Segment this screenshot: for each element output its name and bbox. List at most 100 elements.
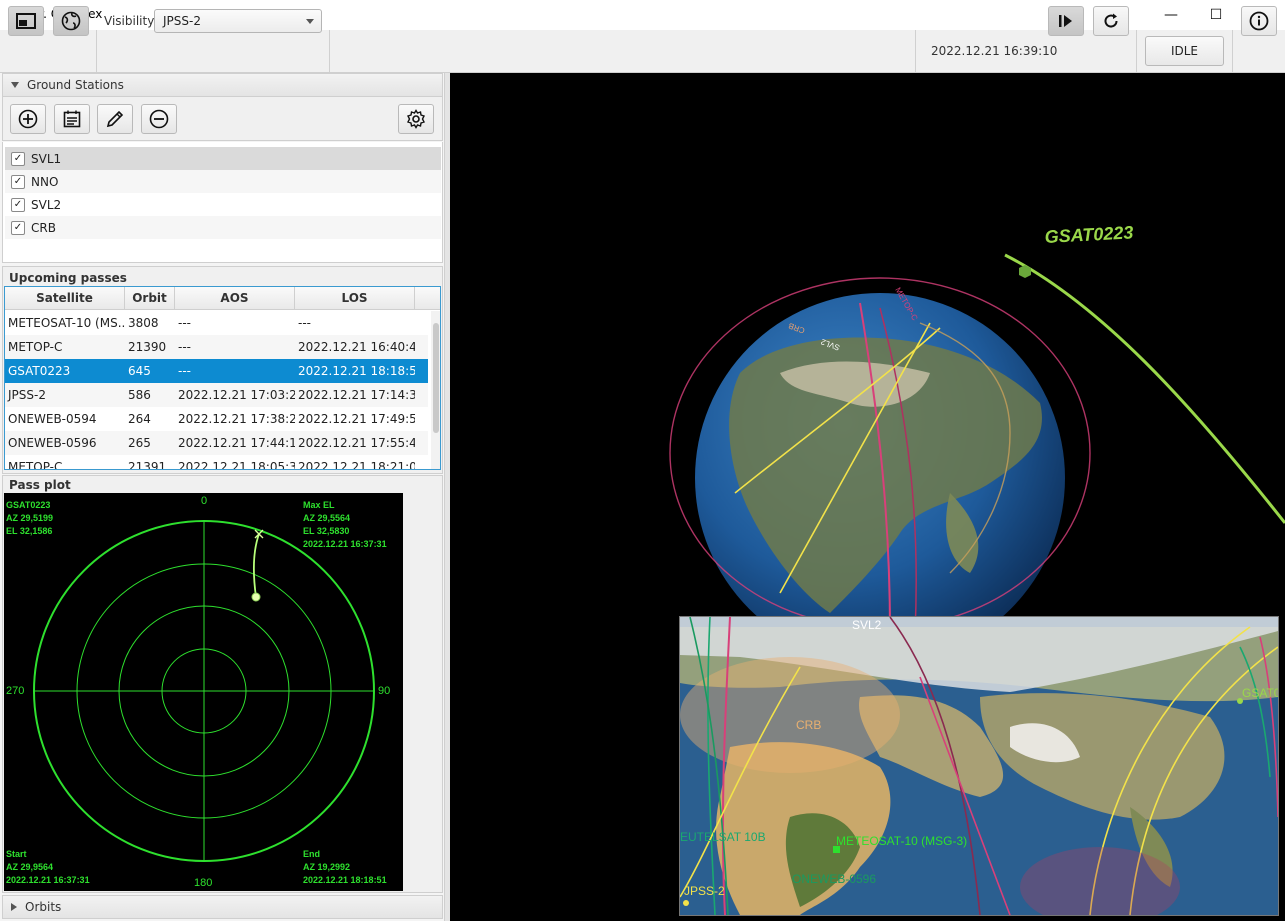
station-checkbox[interactable]: ✓ (11, 151, 25, 166)
map-label-svl2: SVL2 (852, 618, 882, 632)
compass-east-label: 90 (378, 685, 391, 697)
table-cell: 2022.12.21 17:49:50 (298, 412, 415, 426)
max-el-az: AZ 29,5564 (303, 513, 351, 523)
remove-station-button[interactable] (141, 104, 177, 134)
status-button[interactable]: IDLE (1145, 36, 1224, 66)
end-az: AZ 19,2992 (303, 862, 351, 872)
table-cell: GSAT0223 (8, 364, 71, 378)
play-button[interactable] (1048, 6, 1084, 36)
column-header-orbit[interactable]: Orbit (125, 287, 175, 310)
compass-south-label: 180 (194, 877, 213, 889)
station-checkbox[interactable]: ✓ (11, 197, 25, 212)
table-cell: 265 (128, 436, 151, 450)
play-step-icon (1059, 15, 1072, 27)
pass-plot-title: Pass plot (9, 478, 71, 492)
column-header-satellite[interactable]: Satellite (5, 287, 125, 310)
table-cell: 2022.12.21 18:05:36 (178, 460, 295, 470)
ground-stations-header[interactable]: Ground Stations (2, 73, 443, 97)
station-schedule-button[interactable] (54, 104, 90, 134)
gsat-label: GSAT0223 (1044, 222, 1134, 247)
station-item-svl1[interactable]: ✓ SVL1 (5, 147, 441, 170)
collapse-triangle-icon (11, 82, 19, 88)
station-item-crb[interactable]: ✓ CRB (5, 216, 441, 239)
station-name: SVL2 (31, 197, 62, 212)
current-el: EL 32,1586 (6, 526, 53, 536)
globe-icon (61, 11, 81, 31)
minus-circle-icon (149, 109, 169, 129)
minimize-button[interactable]: — (1148, 0, 1194, 30)
table-cell: 2022.12.21 16:40:47 (298, 340, 415, 354)
table-cell: 2022.12.21 18:18:50 (298, 364, 415, 378)
visibility-select[interactable]: JPSS-2 (154, 9, 322, 33)
world-map-canvas: SVL2 CRB GSAT02 EUTELSAT 10B METEOSAT-10… (680, 617, 1278, 915)
table-row[interactable]: ONEWEB-0594 264 2022.12.21 17:38:20 2022.12… (5, 407, 428, 431)
add-station-button[interactable] (10, 104, 46, 134)
table-cell: 264 (128, 412, 151, 426)
world-map[interactable]: SVL2 CRB GSAT02 EUTELSAT 10B METEOSAT-10… (679, 616, 1279, 916)
gear-icon (407, 109, 425, 129)
station-name: SVL1 (31, 151, 62, 166)
calendar-icon (63, 110, 81, 128)
start-readout: Start AZ 29,9564 2022.12.21 16:37:31 (6, 848, 90, 887)
orbits-header[interactable]: Orbits (2, 895, 443, 919)
table-cell: 586 (128, 388, 151, 402)
window-layout-icon (16, 13, 36, 29)
table-cell: METOP-C (8, 340, 63, 354)
station-checkbox[interactable]: ✓ (11, 174, 25, 189)
table-cell: ONEWEB-0594 (8, 412, 97, 426)
start-az: AZ 29,9564 (6, 862, 54, 872)
globe-view-button[interactable] (53, 6, 89, 36)
end-readout: End AZ 19,2992 2022.12.21 18:18:51 (303, 848, 387, 887)
passes-table[interactable]: Satellite Orbit AOS LOS METEOSAT-10 (MS.… (4, 286, 441, 470)
station-item-svl2[interactable]: ✓ SVL2 (5, 193, 441, 216)
table-cell: 3808 (128, 316, 159, 330)
visibility-select-value: JPSS-2 (163, 14, 201, 28)
reset-button[interactable] (1093, 6, 1129, 36)
table-cell: --- (298, 316, 311, 330)
orbits-title: Orbits (25, 900, 62, 914)
table-row[interactable]: GSAT0223 645 --- 2022.12.21 18:18:50 (5, 359, 428, 383)
refresh-icon (1104, 13, 1118, 28)
table-row[interactable]: METOP-C 21390 --- 2022.12.21 16:40:47 (5, 335, 428, 359)
visibility-label: Visibility (104, 14, 155, 28)
compass-west-label: 270 (6, 685, 25, 697)
start-time: 2022.12.21 16:37:31 (6, 875, 90, 885)
table-cell: 21391 (128, 460, 167, 470)
table-cell: ONEWEB-0596 (8, 436, 97, 450)
map-label-gsat: GSAT02 (1242, 686, 1278, 700)
station-item-nno[interactable]: ✓ NNO (5, 170, 441, 193)
passes-scrollbar[interactable] (431, 311, 440, 469)
column-header-los[interactable]: LOS (295, 287, 415, 310)
ground-stations-title: Ground Stations (27, 78, 124, 92)
table-cell: JPSS-2 (8, 388, 46, 402)
layout-toggle-button[interactable] (8, 6, 44, 36)
table-cell: 21390 (128, 340, 167, 354)
table-row[interactable]: METEOSAT-10 (MS... 3808 --- --- (5, 311, 428, 335)
max-el-label: Max EL (303, 500, 335, 510)
edit-station-button[interactable] (97, 104, 133, 134)
station-checkbox[interactable]: ✓ (11, 220, 25, 235)
table-row[interactable]: METOP-C 21391 2022.12.21 18:05:36 2022.12.2… (5, 455, 428, 470)
table-row[interactable]: JPSS-2 586 2022.12.21 17:03:27 2022.12.21 1… (5, 383, 428, 407)
map-label-jpss: JPSS-2 (684, 884, 725, 898)
scrollbar-thumb[interactable] (433, 323, 439, 433)
table-cell: 2022.12.21 17:38:20 (178, 412, 295, 426)
station-name: NNO (31, 174, 59, 189)
table-row[interactable]: ONEWEB-0596 265 2022.12.21 17:44:19 2022.12… (5, 431, 428, 455)
map-label-oneweb: ONEWEB-0596 (792, 872, 876, 886)
table-cell: --- (178, 340, 191, 354)
start-label: Start (6, 849, 27, 859)
station-settings-button[interactable] (398, 104, 434, 134)
current-az: AZ 29,5199 (6, 513, 54, 523)
chevron-down-icon (306, 19, 314, 24)
table-cell: 2022.12.21 17:44:19 (178, 436, 295, 450)
max-el-el: EL 32,5830 (303, 526, 350, 536)
table-cell: 2022.12.21 17:14:31 (298, 388, 415, 402)
column-header-aos[interactable]: AOS (175, 287, 295, 310)
maximize-button[interactable]: ☐ (1193, 0, 1239, 30)
table-cell: --- (178, 364, 191, 378)
table-cell: 2022.12.21 18:21:07 (298, 460, 415, 470)
table-cell: --- (178, 316, 191, 330)
info-button[interactable] (1241, 6, 1277, 36)
station-name: CRB (31, 220, 56, 235)
